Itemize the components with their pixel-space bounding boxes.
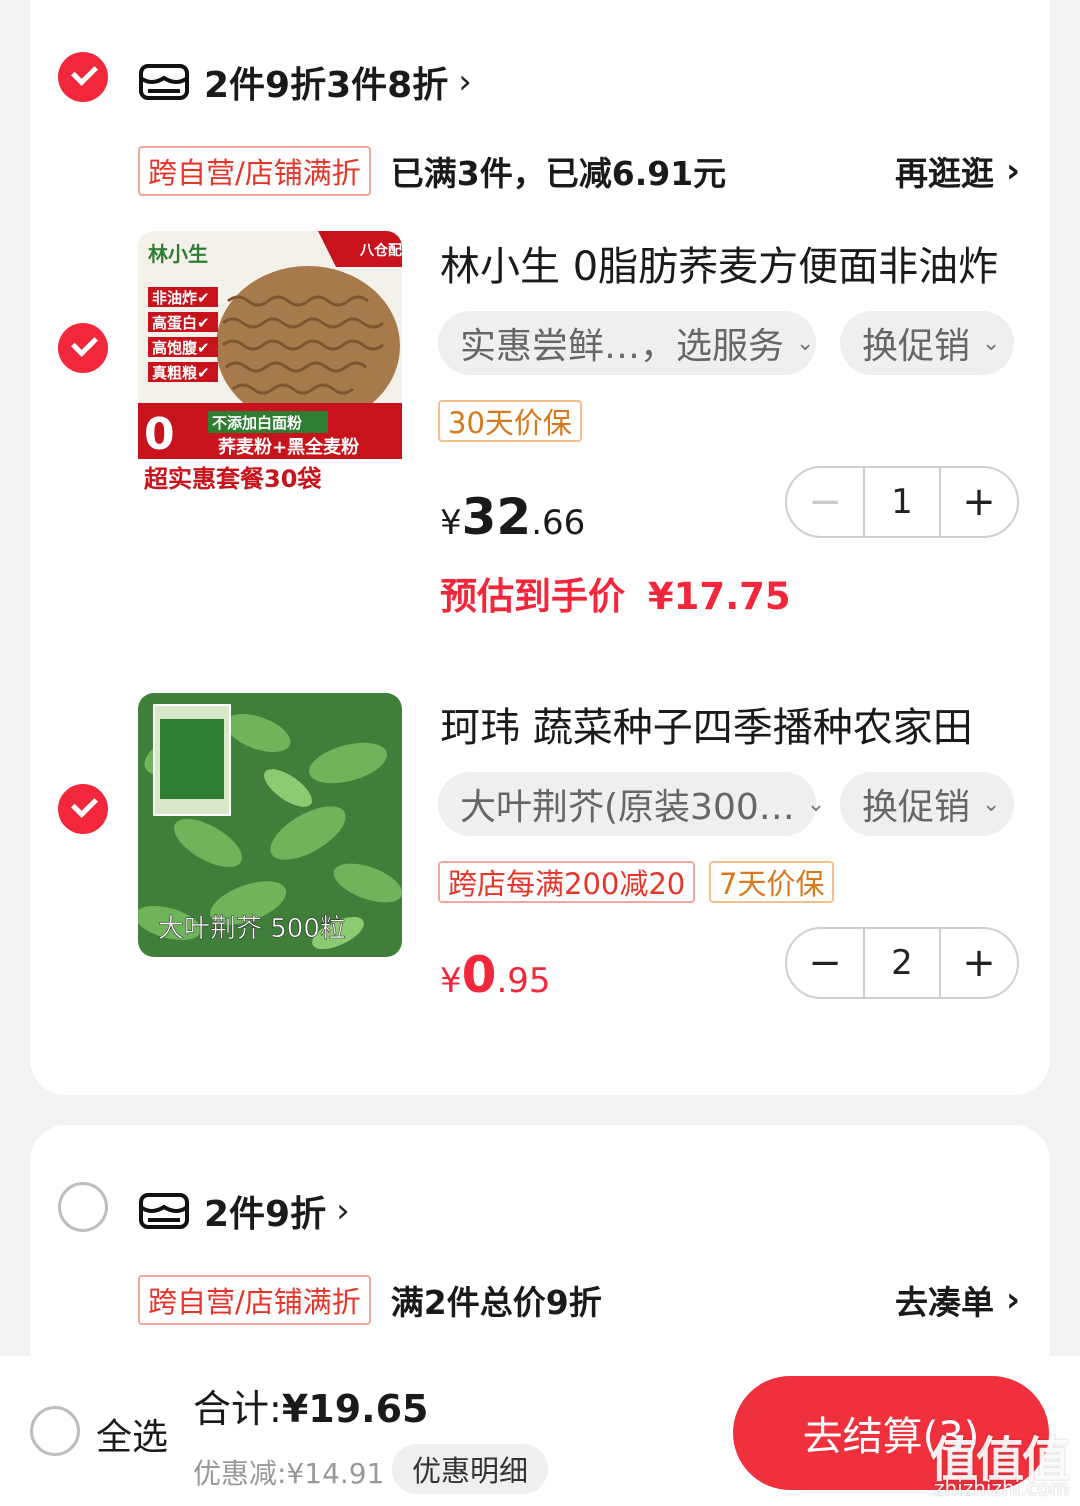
- shop-icon: [139, 1193, 189, 1229]
- noodle-product-image: 八仓配送 林小生 非油炸✔ 高蛋白✔ 高饱腹✔ 真粗粮✔ 不添加白面粉 0 荞麦…: [138, 231, 402, 495]
- item-1-spec-label: 实惠尝鲜…，选服务: [460, 326, 785, 367]
- item-1-checkbox[interactable]: [58, 323, 108, 373]
- item-2-title[interactable]: 珂玮 蔬菜种子四季播种农家田: [440, 695, 1030, 753]
- select-all-checkbox[interactable]: [30, 1406, 80, 1456]
- price-decimal: .66: [531, 503, 586, 543]
- svg-text:大叶荆芥 500粒: 大叶荆芥 500粒: [158, 914, 346, 944]
- item-1-title[interactable]: 林小生 0脂肪荞麦方便面非油炸: [440, 234, 1030, 292]
- chevron-down-icon: ⌄: [806, 791, 826, 817]
- price-decimal: .95: [496, 961, 551, 1001]
- svg-text:不添加白面粉: 不添加白面粉: [212, 414, 302, 432]
- shop-icon: [139, 64, 189, 100]
- item-2-cross-store-tag: 跨店每满200减20: [438, 861, 696, 903]
- promo-status: 已满3件，已减6.91元: [390, 154, 727, 193]
- item-1-price: ¥32.66: [440, 488, 585, 546]
- change-promo-label: 换促销: [862, 787, 971, 828]
- select-all-label[interactable]: 全选: [96, 1408, 168, 1460]
- group-2-checkbox[interactable]: [58, 1182, 108, 1232]
- item-1-thumbnail[interactable]: 八仓配送 林小生 非油炸✔ 高蛋白✔ 高饱腹✔ 真粗粮✔ 不添加白面粉 0 荞麦…: [138, 231, 402, 495]
- svg-text:高蛋白✔: 高蛋白✔: [152, 314, 210, 332]
- item-2-quantity[interactable]: 2: [863, 929, 941, 997]
- currency-symbol: ¥: [440, 503, 462, 543]
- watermark-url: zhizhizhi.com: [934, 1476, 1070, 1500]
- seed-product-image: 大叶荆芥 500粒: [138, 693, 402, 957]
- item-1-price-protect-tag: 30天价保: [438, 400, 582, 442]
- estimate-value: ¥17.75: [647, 575, 791, 618]
- chevron-right-icon: ›: [336, 1191, 350, 1231]
- item-2-quantity-stepper[interactable]: − 2 +: [785, 927, 1019, 999]
- checkout-bar: 全选 合计:¥19.65 优惠减:¥14.91 优惠明细 去结算(3): [0, 1356, 1080, 1506]
- price-integer: 32: [461, 488, 532, 546]
- item-1-change-promo[interactable]: 换促销 ⌄: [840, 311, 1014, 375]
- chevron-right-icon: ›: [458, 62, 472, 102]
- store-group-card-1: 2件9折3件8折 › 跨自营/店铺满折 已满3件，已减6.91元 再逛逛 › 八…: [30, 0, 1050, 1095]
- group-2-header[interactable]: 2件9折 ›: [138, 1185, 350, 1237]
- svg-text:真粗粮✔: 真粗粮✔: [152, 364, 210, 382]
- plus-icon[interactable]: +: [941, 468, 1017, 536]
- svg-text:八仓配送: 八仓配送: [359, 242, 402, 259]
- item-1-quantity-stepper[interactable]: − 1 +: [785, 466, 1019, 538]
- item-2-thumbnail[interactable]: 大叶荆芥 500粒: [138, 693, 402, 957]
- group-1-checkbox[interactable]: [58, 52, 108, 102]
- svg-text:超实惠套餐30袋: 超实惠套餐30袋: [144, 465, 322, 493]
- total-amount: 合计:¥19.65: [193, 1378, 428, 1433]
- svg-text:0: 0: [144, 409, 175, 460]
- browse-more-label: 再逛逛: [894, 154, 994, 193]
- group-1-header[interactable]: 2件9折3件8折 ›: [138, 56, 472, 108]
- discount-detail-button[interactable]: 优惠明细: [392, 1444, 549, 1494]
- svg-text:非油炸✔: 非油炸✔: [152, 289, 210, 307]
- promo-status: 满2件总价9折: [390, 1283, 602, 1322]
- total-value: ¥19.65: [281, 1387, 429, 1431]
- promo-tag: 跨自营/店铺满折: [138, 146, 371, 196]
- minus-icon[interactable]: −: [787, 468, 863, 536]
- item-1-spec-selector[interactable]: 实惠尝鲜…，选服务 ⌄: [438, 311, 816, 375]
- currency-symbol: ¥: [440, 961, 462, 1001]
- total-label: 合计:: [193, 1387, 282, 1431]
- item-2-price: ¥0.95: [440, 946, 551, 1004]
- item-2-spec-selector[interactable]: 大叶荆芥(原装300… ⌄: [438, 772, 825, 836]
- group-1-promo-row: 跨自营/店铺满折 已满3件，已减6.91元 再逛逛 ›: [138, 146, 1020, 196]
- add-on-items-label: 去凑单: [894, 1283, 994, 1322]
- discount-amount: 优惠减:¥14.91: [193, 1457, 385, 1490]
- group-2-promo-row: 跨自营/店铺满折 满2件总价9折 去凑单 ›: [138, 1275, 1020, 1325]
- svg-text:荞麦粉+黑全麦粉: 荞麦粉+黑全麦粉: [218, 436, 359, 458]
- promo-tag: 跨自营/店铺满折: [138, 1275, 371, 1325]
- minus-icon[interactable]: −: [787, 929, 863, 997]
- browse-more-link[interactable]: 再逛逛 ›: [895, 147, 1020, 195]
- add-on-items-link[interactable]: 去凑单 ›: [895, 1276, 1020, 1324]
- group-1-title: 2件9折3件8折: [204, 65, 449, 106]
- chevron-right-icon: ›: [1005, 1280, 1020, 1320]
- group-2-title: 2件9折: [204, 1194, 327, 1235]
- chevron-down-icon: ⌄: [796, 330, 815, 356]
- estimate-label: 预估到手价: [440, 575, 625, 618]
- change-promo-label: 换促销: [862, 326, 971, 367]
- chevron-down-icon: ⌄: [982, 330, 1001, 356]
- item-2-change-promo[interactable]: 换促销 ⌄: [840, 772, 1014, 836]
- price-integer: 0: [461, 946, 497, 1004]
- svg-text:林小生: 林小生: [148, 242, 208, 266]
- item-2-checkbox[interactable]: [58, 784, 108, 834]
- plus-icon[interactable]: +: [941, 929, 1017, 997]
- item-2-price-protect-tag: 7天价保: [709, 861, 835, 903]
- watermark: 值值值 zhizhizhi.com: [930, 1420, 1074, 1502]
- item-2-spec-label: 大叶荆芥(原装300…: [460, 787, 795, 828]
- chevron-down-icon: ⌄: [982, 791, 1001, 817]
- item-1-estimated-price: 预估到手价 ¥17.75: [440, 566, 791, 620]
- item-1-quantity[interactable]: 1: [863, 468, 941, 536]
- svg-text:高饱腹✔: 高饱腹✔: [152, 339, 210, 357]
- chevron-right-icon: ›: [1005, 151, 1020, 191]
